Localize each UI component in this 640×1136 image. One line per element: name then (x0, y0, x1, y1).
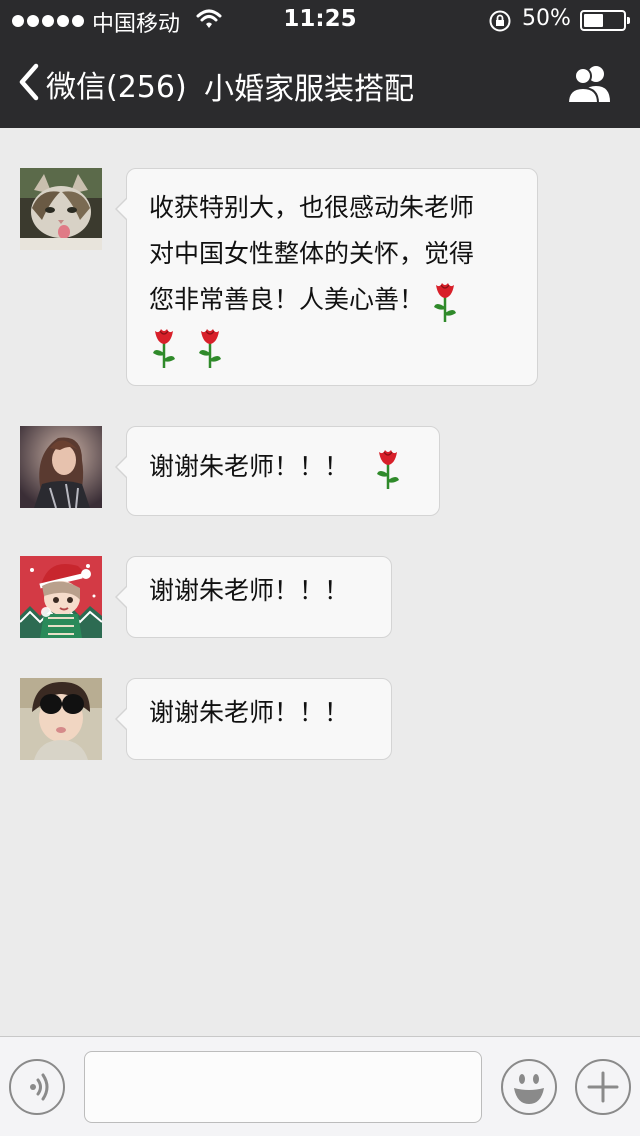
more-button[interactable] (575, 1059, 631, 1115)
smiley-icon (503, 1074, 555, 1117)
rose-emoji-icon (149, 325, 179, 369)
message-text: 谢谢朱老师！！！ (149, 576, 350, 605)
rose-emoji-icon (430, 279, 460, 323)
chevron-left-icon (18, 63, 40, 105)
voice-icon (11, 1073, 63, 1117)
status-bar: 中国移动 11:25 50% (0, 0, 640, 40)
message-line: 对中国女性整体的关怀，觉得 (149, 239, 475, 268)
message-bubble[interactable]: 谢谢朱老师！！！ (115, 426, 440, 516)
woman-avatar[interactable] (20, 426, 102, 508)
members-button[interactable] (566, 64, 614, 108)
battery-percent: 50% (522, 6, 571, 31)
message-bubble[interactable]: 谢谢朱老师！！！ (115, 678, 392, 760)
cartoon-avatar[interactable] (20, 556, 102, 638)
chat-area[interactable]: 收获特别大，也很感动朱老师 对中国女性整体的关怀，觉得 您非常善良！人美心善！ (0, 128, 640, 1036)
navigation-bar: 微信(256) 小婚家服装搭配 (0, 40, 640, 128)
message-text: 谢谢朱老师！！！ (149, 452, 350, 481)
battery-icon (580, 10, 630, 31)
message-bubble[interactable]: 谢谢朱老师！！！ (115, 556, 392, 638)
cat-avatar[interactable] (20, 168, 102, 250)
message-line: 收获特别大，也很感动朱老师 (149, 193, 475, 222)
chat-title: 小婚家服装搭配 (204, 72, 414, 107)
people-icon (566, 66, 614, 108)
rose-emoji-icon (195, 325, 225, 369)
message-bubble[interactable]: 收获特别大，也很感动朱老师 对中国女性整体的关怀，觉得 您非常善良！人美心善！ (115, 168, 538, 386)
input-bar (0, 1036, 640, 1136)
emoji-button[interactable] (501, 1059, 557, 1115)
voice-button[interactable] (9, 1059, 65, 1115)
rotation-lock-icon (488, 9, 512, 39)
back-label: 微信(256) (46, 70, 187, 105)
sunglasses-avatar[interactable] (20, 678, 102, 760)
message-line (149, 323, 515, 369)
message-input[interactable] (84, 1051, 482, 1123)
back-button[interactable]: 微信(256) (18, 62, 187, 106)
message-text: 谢谢朱老师！！！ (149, 698, 350, 727)
plus-icon (577, 1071, 629, 1117)
message-line: 您非常善良！人美心善！ (149, 277, 515, 323)
rose-emoji-icon (373, 446, 403, 490)
